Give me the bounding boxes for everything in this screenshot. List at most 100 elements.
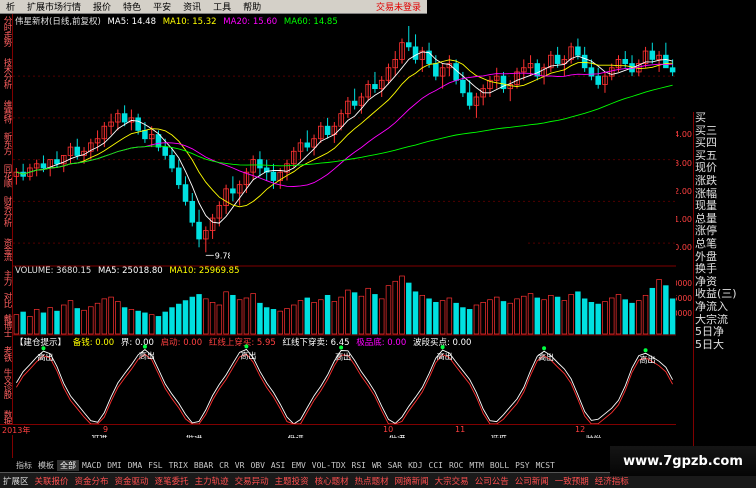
menu-item-help[interactable]: 帮助 — [237, 0, 267, 13]
candle-body — [595, 75, 601, 85]
vtab-intraday[interactable]: 分时走势 — [1, 16, 12, 46]
menu-item-pingan[interactable]: 平安 — [147, 0, 177, 13]
indicator-tab-15[interactable]: RSI — [349, 461, 369, 470]
volume-bar — [622, 299, 628, 335]
volume-bar — [203, 298, 209, 335]
quote-row-total-vol: 总量 — [695, 212, 717, 225]
menu-item-analysis[interactable]: 析 — [0, 0, 21, 13]
indicator-tab-18[interactable]: KDJ — [405, 461, 425, 470]
indicator-tab-0[interactable]: 指标 — [13, 460, 35, 471]
bottom-tab-2[interactable]: 资金分布 — [72, 475, 112, 487]
quote-row-buy4: 买四 — [695, 137, 717, 150]
indicator-tab-12[interactable]: ASI — [268, 461, 288, 470]
vtab-weisaite[interactable]: 维赛特 — [1, 100, 12, 123]
ma20-line — [16, 63, 673, 187]
kline-chart-area[interactable]: 伟星新材(日线,前复权) MA5: 14.48 MA10: 15.32 MA20… — [13, 14, 676, 438]
candle-body — [412, 46, 419, 60]
menu-item-extended-market[interactable]: 扩展市场行情 — [21, 0, 87, 13]
bottom-tab-15[interactable]: 经济指标 — [592, 475, 632, 487]
bottom-tab-6[interactable]: 交易异动 — [232, 475, 272, 487]
axis-label-14: 14.00 — [676, 130, 692, 139]
quote-row-buy5: 买五 — [695, 149, 717, 162]
candle-body — [40, 163, 47, 169]
indicator-tab-21[interactable]: MTM — [466, 461, 486, 470]
indicator-tab-11[interactable]: OBV — [247, 461, 267, 470]
volume-bar — [419, 294, 426, 335]
indicator-tab-1[interactable]: 模板 — [35, 460, 57, 471]
volume-bar — [466, 309, 473, 335]
bottom-tab-9[interactable]: 热点题材 — [352, 475, 392, 487]
vtab-technical[interactable]: 技术分析 — [1, 58, 12, 88]
indicator-tab-7[interactable]: TRIX — [166, 461, 191, 470]
volume-bar — [338, 296, 344, 335]
vtab-capital-flow[interactable]: 资金流 — [1, 238, 12, 261]
volume-bar — [433, 302, 439, 335]
indicator-tab-9[interactable]: CR — [216, 461, 232, 470]
volume-bar — [108, 296, 114, 335]
indicator-tab-19[interactable]: CCI — [426, 461, 446, 470]
vtab-financial[interactable]: 财务分析 — [1, 196, 12, 226]
indicator-tab-6[interactable]: FSL — [145, 461, 165, 470]
indicator-tab-22[interactable]: BOLL — [487, 461, 512, 470]
volume-bar — [439, 300, 446, 335]
indicator-tab-4[interactable]: DMI — [104, 461, 124, 470]
indicator-tab-17[interactable]: SAR — [385, 461, 405, 470]
volume-bar — [67, 300, 74, 335]
indicator-tab-24[interactable]: MCST — [533, 461, 558, 470]
bottom-tab-8[interactable]: 核心题材 — [312, 475, 352, 487]
indicator-tab-10[interactable]: VR — [232, 461, 248, 470]
sell-signal-label: 高出 — [538, 352, 554, 362]
vtab-tonghuashun[interactable]: 同花顺 — [1, 164, 12, 187]
vol-axis-45000: 45000 — [676, 294, 692, 303]
volume-bar — [406, 282, 412, 335]
bottom-tab-14[interactable]: 一致预期 — [552, 475, 592, 487]
volume-bar — [399, 275, 405, 335]
candle-body — [324, 125, 331, 135]
quote-row-limit-up: 涨停 — [695, 225, 717, 238]
bottom-tab-12[interactable]: 公司公告 — [472, 475, 512, 487]
candle-body — [575, 46, 581, 56]
indicator-tab-2[interactable]: 全部 — [57, 460, 79, 471]
bottom-tab-4[interactable]: 逐笔委托 — [152, 475, 192, 487]
menu-item-news[interactable]: 资讯 — [177, 0, 207, 13]
vtab-main-force[interactable]: 主力 — [1, 270, 12, 285]
vtab-diagnose[interactable]: 牛叉诊股 — [1, 368, 12, 398]
candle-body — [230, 188, 236, 194]
indicator-tab-16[interactable]: WR — [369, 461, 385, 470]
bottom-tab-3[interactable]: 资金驱动 — [112, 475, 152, 487]
vtab-laotie[interactable]: 老铁 — [1, 346, 12, 361]
trade-login-status[interactable]: 交易未登录 — [376, 0, 427, 13]
volume-bar — [189, 296, 195, 335]
vtab-compare[interactable]: 对比 — [1, 292, 12, 307]
indicator-tab-5[interactable]: DMA — [125, 461, 145, 470]
menu-item-quotes[interactable]: 报价 — [87, 0, 117, 13]
menu-item-features[interactable]: 特色 — [117, 0, 147, 13]
indicator-tab-3[interactable]: MACD — [79, 461, 104, 470]
volume-bar — [663, 285, 669, 335]
menu-item-tools[interactable]: 工具 — [207, 0, 237, 13]
indicator-tab-8[interactable]: BBAR — [191, 461, 216, 470]
volume-bar — [331, 301, 338, 335]
bottom-tab-5[interactable]: 主力轨迹 — [192, 475, 232, 487]
sell-signal-dot — [643, 348, 648, 353]
sell-signal-dot — [339, 345, 344, 350]
bottom-tab-7[interactable]: 主题投资 — [272, 475, 312, 487]
volume-bar — [575, 291, 581, 335]
indicator-tab-20[interactable]: ROC — [446, 461, 466, 470]
axis-label-11: 11.00 — [676, 215, 692, 224]
candle-body — [466, 92, 473, 106]
bottom-tab-1[interactable]: 关联报价 — [32, 475, 72, 487]
candle-body — [142, 129, 148, 140]
indicator-tab-13[interactable]: EMV — [288, 461, 308, 470]
vtab-dr-dai[interactable]: 戴博士 — [1, 314, 12, 337]
bottom-tab-13[interactable]: 公司新闻 — [512, 475, 552, 487]
bottom-tab-10[interactable]: 网摘新闻 — [392, 475, 432, 487]
volume-bar — [216, 304, 223, 335]
bottom-tab-0[interactable]: 扩展区 — [0, 475, 32, 487]
quote-row-turnover: 换手 — [695, 263, 717, 276]
vtab-new-oriental[interactable]: 新东方 — [1, 132, 12, 155]
volume-bar — [473, 304, 480, 335]
indicator-tab-23[interactable]: PSY — [512, 461, 532, 470]
bottom-tab-11[interactable]: 大宗交易 — [432, 475, 472, 487]
indicator-tab-14[interactable]: VOL-TDX — [309, 461, 349, 470]
